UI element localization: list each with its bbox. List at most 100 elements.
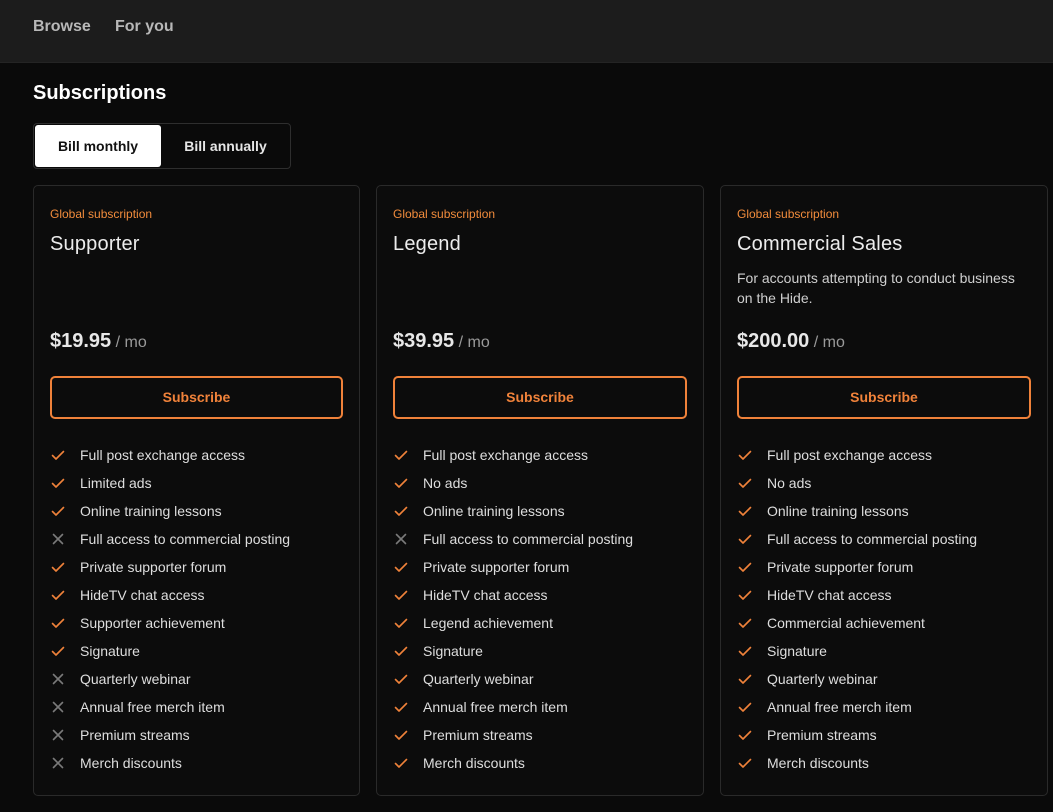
cross-icon: [393, 531, 423, 547]
nav-for-you-link[interactable]: For you: [115, 17, 174, 37]
feature-item: HideTV chat access: [737, 581, 977, 609]
check-icon: [737, 531, 767, 547]
plan-kicker: Global subscription: [737, 207, 840, 221]
feature-item: Quarterly webinar: [393, 665, 633, 693]
feature-label: No ads: [423, 475, 468, 491]
feature-label: Premium streams: [80, 727, 190, 743]
feature-item: Annual free merch item: [50, 693, 290, 721]
plan-kicker: Global subscription: [393, 207, 496, 221]
check-icon: [393, 615, 423, 631]
feature-item: Full post exchange access: [737, 441, 977, 469]
feature-item: Commercial achievement: [737, 609, 977, 637]
feature-label: Full access to commercial posting: [80, 531, 291, 547]
feature-label: Merch discounts: [767, 755, 869, 771]
feature-label: Full post exchange access: [423, 447, 588, 463]
feature-label: Signature: [767, 643, 827, 659]
plan-description: For accounts attempting to conduct busin…: [737, 270, 1015, 306]
page-title: Subscriptions: [33, 82, 167, 104]
check-icon: [393, 699, 423, 715]
feature-label: Quarterly webinar: [80, 671, 191, 687]
check-icon: [50, 643, 80, 659]
feature-item: Full post exchange access: [393, 441, 633, 469]
feature-list: Full post exchange access No ads Online tr…: [393, 441, 633, 777]
price-amount: $39.95: [393, 330, 455, 352]
feature-label: Online training lessons: [423, 503, 565, 519]
feature-label: HideTV chat access: [423, 587, 548, 603]
top-nav-bar: Browse For you: [0, 0, 1053, 63]
price-period: / mo: [813, 334, 845, 351]
feature-label: Annual free merch item: [423, 699, 568, 715]
feature-label: Limited ads: [80, 475, 152, 491]
feature-label: Online training lessons: [80, 503, 222, 519]
check-icon: [50, 475, 80, 491]
bill-annually-button[interactable]: Bill annually: [161, 125, 290, 167]
check-icon: [393, 587, 423, 603]
check-icon: [393, 447, 423, 463]
check-icon: [737, 559, 767, 575]
plan-card-supporter: Global subscription Supporter $19.95 / m…: [33, 185, 360, 796]
subscribe-button-supporter[interactable]: Subscribe: [50, 376, 343, 419]
feature-item: Premium streams: [393, 721, 633, 749]
check-icon: [393, 503, 423, 519]
check-icon: [737, 615, 767, 631]
price-period: / mo: [458, 334, 490, 351]
feature-item: Merch discounts: [393, 749, 633, 777]
cross-icon: [50, 755, 80, 771]
feature-item: Annual free merch item: [737, 693, 977, 721]
feature-item: Quarterly webinar: [737, 665, 977, 693]
subscribe-button-legend[interactable]: Subscribe: [393, 376, 687, 419]
feature-label: Commercial achievement: [767, 615, 925, 631]
feature-label: Private supporter forum: [423, 559, 570, 575]
feature-label: Quarterly webinar: [423, 671, 534, 687]
feature-item: Premium streams: [737, 721, 977, 749]
bill-monthly-button[interactable]: Bill monthly: [35, 125, 161, 167]
feature-item: Premium streams: [50, 721, 290, 749]
feature-label: Annual free merch item: [80, 699, 225, 715]
feature-label: Legend achievement: [423, 615, 553, 631]
feature-label: No ads: [767, 475, 812, 491]
feature-item: Full access to commercial posting: [393, 525, 633, 553]
feature-item: Private supporter forum: [737, 553, 977, 581]
price-amount: $200.00: [737, 330, 810, 352]
feature-label: Merch discounts: [80, 755, 182, 771]
plan-name: Legend: [393, 233, 461, 255]
feature-label: Merch discounts: [423, 755, 525, 771]
feature-label: Quarterly webinar: [767, 671, 878, 687]
feature-label: Signature: [80, 643, 140, 659]
cross-icon: [50, 699, 80, 715]
check-icon: [393, 727, 423, 743]
plan-name: Commercial Sales: [737, 233, 903, 255]
check-icon: [393, 671, 423, 687]
feature-item: No ads: [393, 469, 633, 497]
price-period: / mo: [115, 334, 147, 351]
feature-item: Full post exchange access: [50, 441, 290, 469]
check-icon: [737, 447, 767, 463]
check-icon: [50, 559, 80, 575]
subscribe-button-commercial-sales[interactable]: Subscribe: [737, 376, 1031, 419]
feature-item: Signature: [393, 637, 633, 665]
feature-label: HideTV chat access: [80, 587, 205, 603]
feature-label: Premium streams: [423, 727, 533, 743]
feature-item: HideTV chat access: [393, 581, 633, 609]
feature-item: No ads: [737, 469, 977, 497]
check-icon: [737, 755, 767, 771]
feature-item: Limited ads: [50, 469, 290, 497]
plan-card-commercial-sales: Global subscription Commercial Sales For…: [720, 185, 1048, 796]
feature-item: Quarterly webinar: [50, 665, 290, 693]
feature-label: Annual free merch item: [767, 699, 912, 715]
feature-item: Signature: [737, 637, 977, 665]
feature-item: Full access to commercial posting: [737, 525, 977, 553]
feature-item: Private supporter forum: [393, 553, 633, 581]
nav-browse-link[interactable]: Browse: [33, 17, 91, 37]
feature-item: HideTV chat access: [50, 581, 290, 609]
feature-label: Supporter achievement: [80, 615, 225, 631]
check-icon: [737, 643, 767, 659]
feature-list: Full post exchange access Limited ads Onli…: [50, 441, 290, 777]
feature-item: Online training lessons: [50, 497, 290, 525]
feature-label: Private supporter forum: [80, 559, 227, 575]
plan-price: $39.95 / mo: [393, 328, 490, 356]
check-icon: [393, 755, 423, 771]
check-icon: [737, 727, 767, 743]
feature-label: Signature: [423, 643, 483, 659]
check-icon: [737, 587, 767, 603]
